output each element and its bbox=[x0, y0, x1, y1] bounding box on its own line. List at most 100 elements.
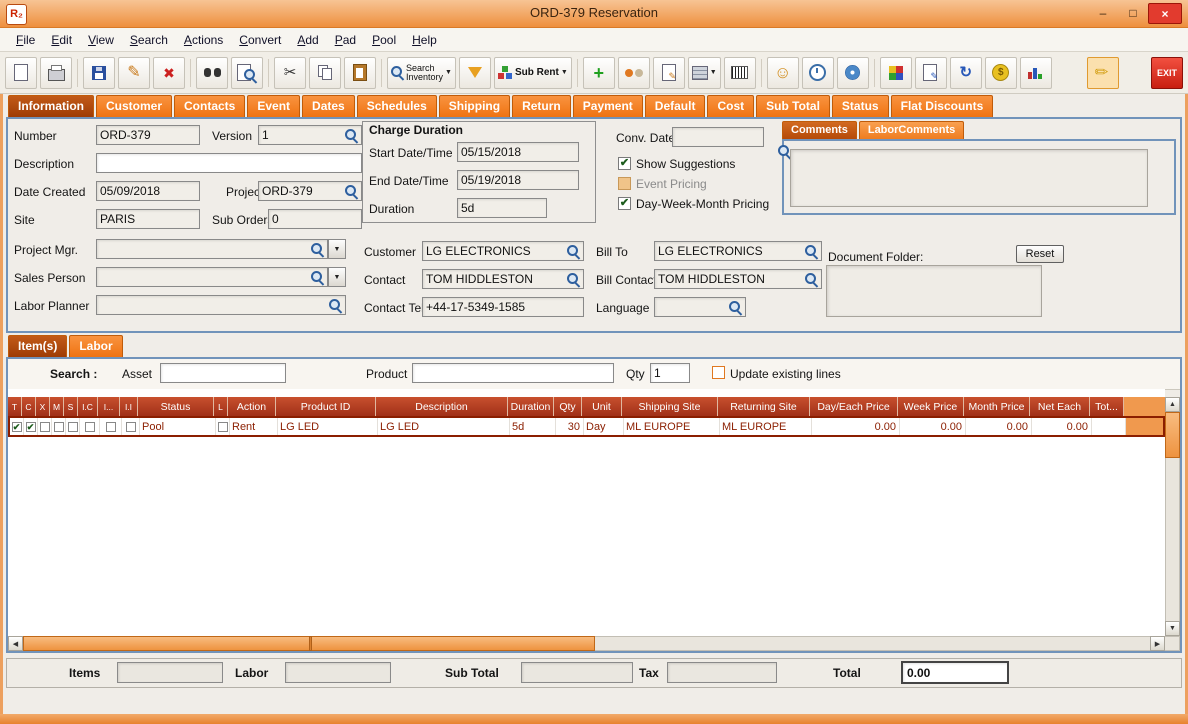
tab-return[interactable]: Return bbox=[512, 95, 571, 117]
search-icon[interactable] bbox=[729, 300, 742, 314]
column-header-l[interactable]: L bbox=[214, 397, 228, 416]
menu-add[interactable]: Add bbox=[289, 30, 326, 50]
scroll-up-button[interactable]: ▲ bbox=[1165, 397, 1180, 412]
row-checkbox-ii[interactable] bbox=[125, 421, 136, 432]
contact-field[interactable] bbox=[422, 269, 584, 289]
qty-input[interactable] bbox=[654, 366, 686, 380]
contact-tel-input[interactable] bbox=[426, 300, 580, 314]
batch-button[interactable]: ▼ bbox=[687, 56, 721, 89]
barcode-print-button[interactable] bbox=[723, 56, 756, 89]
edit-button[interactable]: ✎ bbox=[118, 56, 150, 89]
column-header-ic[interactable]: I.C bbox=[78, 397, 98, 416]
tab-customer[interactable]: Customer bbox=[96, 95, 173, 117]
search-icon[interactable] bbox=[805, 244, 818, 258]
version-input[interactable] bbox=[262, 128, 345, 142]
column-header-qty[interactable]: Qty bbox=[554, 397, 582, 416]
funnel-button[interactable] bbox=[458, 56, 491, 89]
exit-button[interactable]: EXIT bbox=[1151, 56, 1183, 89]
save-button[interactable] bbox=[83, 56, 115, 89]
bill-contact-field[interactable] bbox=[654, 269, 822, 289]
row-checkbox-c[interactable]: ✔ bbox=[25, 421, 36, 432]
tab-comments[interactable]: Comments bbox=[782, 121, 857, 139]
tab-payment[interactable]: Payment bbox=[572, 95, 643, 117]
qty-field[interactable] bbox=[650, 363, 690, 383]
tab-default[interactable]: Default bbox=[644, 95, 706, 117]
tab-labor[interactable]: Labor bbox=[69, 335, 123, 357]
tab-status[interactable]: Status bbox=[831, 95, 889, 117]
row-checkbox-l[interactable] bbox=[217, 421, 228, 432]
cube-button[interactable] bbox=[879, 56, 912, 89]
column-header-product-id[interactable]: Product ID bbox=[276, 397, 376, 416]
add-button[interactable]: + bbox=[582, 56, 615, 89]
project-input[interactable] bbox=[262, 184, 345, 198]
smiley-button[interactable]: ☺ bbox=[766, 56, 799, 89]
labor-planner-input[interactable] bbox=[100, 298, 329, 312]
customer-field[interactable] bbox=[422, 241, 584, 261]
column-header-returning-site[interactable]: Returning Site bbox=[718, 397, 810, 416]
search-icon[interactable] bbox=[345, 184, 358, 198]
asset-field[interactable] bbox=[160, 363, 286, 383]
column-header-duration[interactable]: Duration bbox=[508, 397, 554, 416]
column-header-description[interactable]: Description bbox=[376, 397, 508, 416]
row-checkbox-ic[interactable] bbox=[84, 421, 95, 432]
tab-flat-discounts[interactable]: Flat Discounts bbox=[890, 95, 994, 117]
menu-file[interactable]: File bbox=[8, 30, 43, 50]
print-button[interactable] bbox=[40, 56, 72, 89]
tab-contacts[interactable]: Contacts bbox=[174, 95, 246, 117]
column-header-month-price[interactable]: Month Price bbox=[964, 397, 1030, 416]
money-button[interactable]: $ bbox=[984, 56, 1017, 89]
customer-input[interactable] bbox=[426, 244, 567, 258]
language-input[interactable] bbox=[658, 300, 729, 314]
tab-dates[interactable]: Dates bbox=[302, 95, 355, 117]
row-checkbox-t[interactable]: ✔ bbox=[11, 421, 22, 432]
number-input[interactable] bbox=[100, 128, 196, 142]
binoculars-button[interactable] bbox=[196, 56, 228, 89]
memo-button[interactable]: ✎ bbox=[652, 56, 685, 89]
search-icon[interactable] bbox=[311, 270, 324, 284]
column-header-tot[interactable]: Tot... bbox=[1090, 397, 1124, 416]
delete-button[interactable]: ✖ bbox=[153, 56, 185, 89]
menu-edit[interactable]: Edit bbox=[43, 30, 80, 50]
new-document-button[interactable] bbox=[5, 56, 37, 89]
maximize-button[interactable]: □ bbox=[1120, 3, 1146, 22]
minimize-button[interactable]: – bbox=[1090, 3, 1116, 22]
comments-textarea[interactable] bbox=[790, 149, 1148, 207]
sub-orders-input[interactable] bbox=[272, 212, 358, 226]
menu-pad[interactable]: Pad bbox=[327, 30, 364, 50]
duration-field[interactable] bbox=[457, 198, 547, 218]
search-icon[interactable] bbox=[329, 298, 342, 312]
menu-actions[interactable]: Actions bbox=[176, 30, 231, 50]
search-icon[interactable] bbox=[345, 128, 358, 142]
date-created-input[interactable] bbox=[100, 184, 196, 198]
description-input[interactable] bbox=[100, 156, 358, 170]
row-checkbox-i2[interactable] bbox=[105, 421, 116, 432]
sync-button[interactable]: ↻ bbox=[949, 56, 982, 89]
tab-event[interactable]: Event bbox=[247, 95, 301, 117]
row-checkbox-x[interactable] bbox=[39, 421, 50, 432]
version-field[interactable] bbox=[258, 125, 362, 145]
row-checkbox-s[interactable] bbox=[67, 421, 78, 432]
product-input[interactable] bbox=[416, 366, 610, 380]
paste-button[interactable] bbox=[344, 56, 376, 89]
end-date-input[interactable] bbox=[461, 173, 575, 187]
chart-button[interactable] bbox=[1019, 56, 1052, 89]
history-button[interactable] bbox=[801, 56, 834, 89]
bill-to-input[interactable] bbox=[658, 244, 805, 258]
column-header-t[interactable]: T bbox=[8, 397, 22, 416]
tab-shipping[interactable]: Shipping bbox=[438, 95, 511, 117]
column-header-action[interactable]: Action bbox=[228, 397, 276, 416]
sales-person-field[interactable] bbox=[96, 267, 328, 287]
column-header-net-each[interactable]: Net Each bbox=[1030, 397, 1090, 416]
column-header-s[interactable]: S bbox=[64, 397, 78, 416]
scrollbar-splitter[interactable] bbox=[309, 636, 312, 651]
search-icon[interactable] bbox=[805, 272, 818, 286]
project-mgr-dropdown-button[interactable]: ▼ bbox=[328, 239, 346, 259]
product-field[interactable] bbox=[412, 363, 614, 383]
bill-to-field[interactable] bbox=[654, 241, 822, 261]
find-document-button[interactable] bbox=[231, 56, 263, 89]
scroll-down-button[interactable]: ▼ bbox=[1165, 621, 1180, 636]
close-button[interactable]: × bbox=[1148, 3, 1182, 24]
duration-input[interactable] bbox=[461, 201, 543, 215]
tab-information[interactable]: Information bbox=[8, 95, 94, 117]
menu-help[interactable]: Help bbox=[404, 30, 445, 50]
